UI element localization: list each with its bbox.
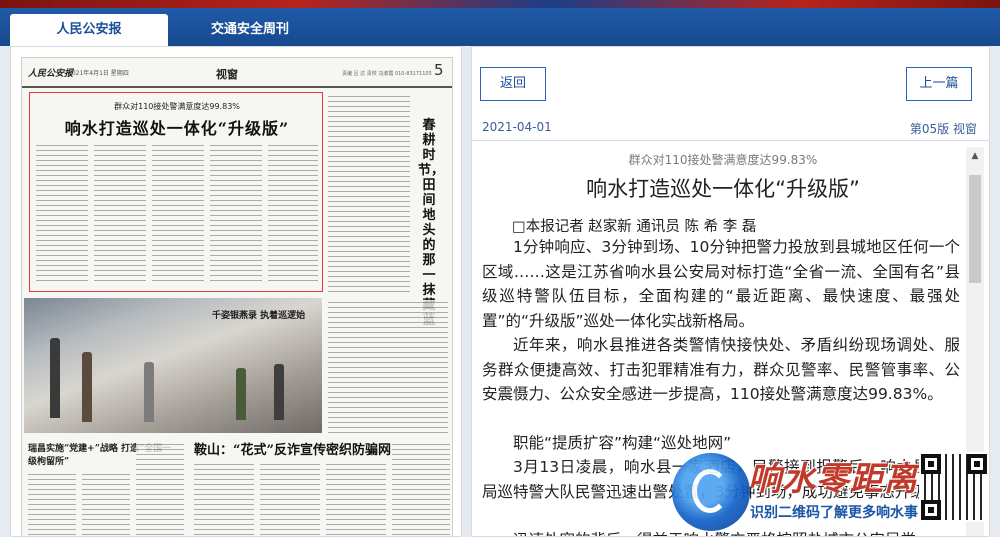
article-date: 2021-04-01 xyxy=(482,120,552,134)
qr-finder-mark xyxy=(921,454,941,474)
article-text-column xyxy=(268,143,318,285)
article-text-column xyxy=(82,472,130,536)
article-title: 响水打造巡处一体化“升级版” xyxy=(586,177,860,201)
tab-bar: 人民公安报 交通安全周刊 xyxy=(0,8,1000,46)
article-paragraph: 近年来，响水县推进各类警情快接快处、矛盾纠纷现场调处、服务群众便捷高效、打击犯罪… xyxy=(482,336,960,403)
tab-renmin-gonganbao[interactable]: 人民公安报 xyxy=(10,14,168,46)
side-article-text[interactable] xyxy=(328,300,448,434)
newspaper-date: 2021年4月1日 星期四 xyxy=(68,70,129,77)
article-text-column xyxy=(152,143,204,285)
qr-code-icon xyxy=(919,452,989,522)
article-paragraph: 1分钟响应、3分钟到场、10分钟把警力投放到县城地区任何一个区域……这是江苏省响… xyxy=(482,238,960,330)
article-text-column xyxy=(194,462,254,536)
selected-article-box[interactable]: 群众对110接处警满意度达99.83% 响水打造巡处一体化“升级版” xyxy=(29,92,323,292)
newspaper-section: 视窗 xyxy=(216,68,238,81)
tab-traffic-weekly[interactable]: 交通安全周刊 xyxy=(175,14,325,46)
qr-finder-mark xyxy=(921,500,941,520)
article-text-column xyxy=(260,462,320,536)
photo-caption: 千姿银燕录 执着巡逻始 xyxy=(212,311,306,321)
article-text-column xyxy=(392,442,450,536)
article-subtitle: 群众对110接处警满意度达99.83% xyxy=(628,153,818,167)
watermark-slogan: 识别二维码了解更多响水事 xyxy=(750,505,918,521)
photo-figure xyxy=(274,364,284,420)
qr-finder-mark xyxy=(967,454,987,474)
scrollbar-thumb[interactable] xyxy=(969,175,981,283)
article-text-column xyxy=(94,143,146,285)
article-page-link[interactable]: 第05版 视窗 xyxy=(910,120,977,137)
newspaper-panel: 人民公安报 2021年4月1日 星期四 视窗 责编 吕 达 责校 冯淑霞 010… xyxy=(10,46,462,537)
newspaper-page-number: 5 xyxy=(434,61,444,79)
previous-article-button[interactable]: 上一篇 xyxy=(906,67,972,101)
newspaper-logo: 人民公安报 xyxy=(28,69,74,79)
article-text-column xyxy=(326,462,386,536)
watermark-brand: 响水零距离 xyxy=(748,459,918,498)
top-banner xyxy=(0,0,1000,8)
article-text-column xyxy=(28,472,76,536)
article-byline: □本报记者 赵家新 通讯员 陈 希 李 磊 xyxy=(512,219,757,235)
selected-article-subtitle: 群众对110接处警满意度达99.83% xyxy=(114,102,240,111)
watermark-logo-mark xyxy=(692,469,728,513)
article-text-column xyxy=(36,143,88,285)
photo-figure xyxy=(50,338,60,418)
vertical-headline[interactable]: 春耕时节，田间地头的那一抹藏蓝 xyxy=(418,118,444,328)
photo-figure xyxy=(236,368,246,420)
article-meta-bar: 2021-04-01 第05版 视窗 xyxy=(472,111,989,141)
scroll-up-arrow-icon[interactable]: ▲ xyxy=(966,151,984,165)
watermark-logo-icon xyxy=(672,453,750,531)
bottom-headline[interactable]: 鞍山：“花式”反诈宣传密织防骗网 xyxy=(194,439,391,458)
article-text-column xyxy=(136,442,184,536)
article-text-column xyxy=(210,143,262,285)
photo-figure xyxy=(144,362,154,422)
back-button[interactable]: 返回 xyxy=(480,67,546,101)
side-article-text[interactable] xyxy=(328,94,410,294)
newspaper-page: 人民公安报 2021年4月1日 星期四 视窗 责编 吕 达 责校 冯淑霞 010… xyxy=(21,57,453,536)
newspaper-editors: 责编 吕 达 责校 冯淑霞 010-83171105 xyxy=(342,71,432,77)
photo-figure xyxy=(82,352,92,422)
newspaper-header: 人民公安报 2021年4月1日 星期四 视窗 责编 吕 达 责校 冯淑霞 010… xyxy=(22,58,452,88)
selected-article-title: 响水打造巡处一体化“升级版” xyxy=(64,119,290,138)
